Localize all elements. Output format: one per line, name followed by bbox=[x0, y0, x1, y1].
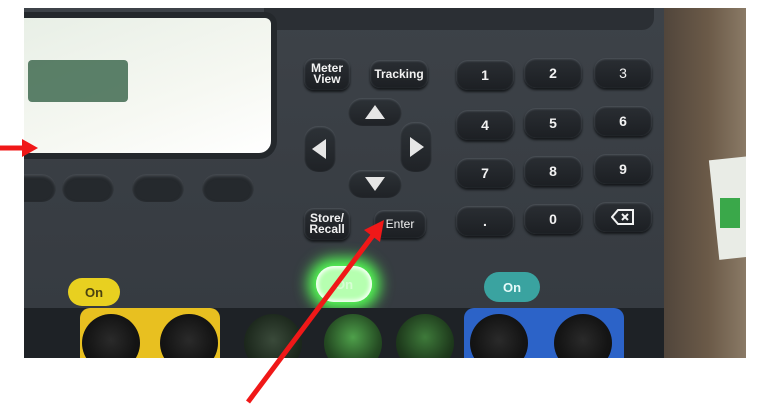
softkey-4[interactable] bbox=[202, 174, 254, 202]
key-5[interactable]: 5 bbox=[524, 108, 582, 138]
arrow-left-icon bbox=[312, 139, 326, 159]
backspace-button[interactable] bbox=[594, 202, 652, 232]
key-6[interactable]: 6 bbox=[594, 106, 652, 136]
arrow-down-icon bbox=[365, 177, 385, 191]
enter-button[interactable]: Enter bbox=[374, 210, 426, 238]
key-2[interactable]: 2 bbox=[524, 58, 582, 88]
arrow-pad bbox=[304, 98, 434, 198]
display-screen bbox=[24, 18, 271, 153]
arrow-right-button[interactable] bbox=[400, 122, 432, 172]
key-decimal[interactable]: . bbox=[456, 206, 514, 236]
arrow-up-icon bbox=[365, 105, 385, 119]
tracking-button[interactable]: Tracking bbox=[370, 60, 428, 88]
device-photo: Meter View Tracking Store/ Recall Enter … bbox=[24, 8, 746, 358]
yellow-channel-on-button[interactable]: On bbox=[68, 278, 120, 306]
key-8[interactable]: 8 bbox=[524, 156, 582, 186]
key-0[interactable]: 0 bbox=[524, 204, 582, 234]
softkey-3[interactable] bbox=[132, 174, 184, 202]
arrow-left-button[interactable] bbox=[304, 126, 336, 172]
store-recall-button[interactable]: Store/ Recall bbox=[304, 208, 350, 240]
panel-top-recess bbox=[264, 8, 654, 30]
key-4[interactable]: 4 bbox=[456, 110, 514, 140]
meter-view-button[interactable]: Meter View bbox=[304, 58, 350, 90]
teal-channel-on-button[interactable]: On bbox=[484, 272, 540, 302]
key-7[interactable]: 7 bbox=[456, 158, 514, 188]
instrument-front-panel: Meter View Tracking Store/ Recall Enter … bbox=[24, 8, 664, 308]
display-readout-blur bbox=[28, 60, 128, 102]
softkey-1[interactable] bbox=[24, 174, 56, 202]
arrow-up-button[interactable] bbox=[348, 98, 402, 126]
green-channel-on-button[interactable]: On bbox=[316, 266, 372, 302]
arrow-right-icon bbox=[410, 137, 424, 157]
backspace-icon bbox=[611, 209, 634, 225]
key-9[interactable]: 9 bbox=[594, 154, 652, 184]
key-1[interactable]: 1 bbox=[456, 60, 514, 90]
background-green-object bbox=[720, 198, 740, 228]
softkey-2[interactable] bbox=[62, 174, 114, 202]
key-3[interactable]: 3 bbox=[594, 58, 652, 88]
arrow-down-button[interactable] bbox=[348, 170, 402, 198]
